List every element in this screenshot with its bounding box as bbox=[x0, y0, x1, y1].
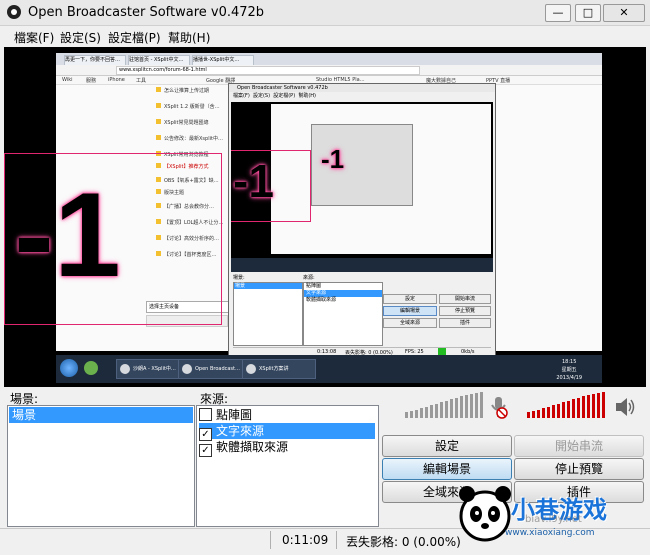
source-item[interactable]: ✓ 文字來源 bbox=[199, 423, 375, 441]
bookmark: 工具 bbox=[136, 78, 147, 84]
menu-profiles[interactable]: 設定檔(P) bbox=[108, 29, 161, 46]
scene-list[interactable]: 場景 bbox=[7, 405, 195, 527]
clock-time: 18:15 bbox=[561, 359, 577, 365]
nested-scene-item: 場景 bbox=[234, 283, 302, 289]
desktop-volume-bars bbox=[405, 392, 483, 418]
source-checkbox[interactable]: ✓ bbox=[199, 444, 212, 457]
watermark-shadow-text: biav.l9y.net bbox=[525, 514, 582, 525]
nested-menu: 檔案(F) 設定(S) 設定檔(P) 幫助(H) bbox=[229, 92, 495, 100]
browser-tabstrip: 再更一下，你要不回答… 驻馆首页 - XSplit中文… 播播世-XSplit中… bbox=[56, 53, 602, 67]
nested-title: Open Broadcaster Software v0.472b bbox=[229, 84, 495, 92]
source-item[interactable]: ✓ 軟體擷取來源 bbox=[199, 439, 375, 457]
scene-item[interactable]: 場景 bbox=[9, 407, 193, 423]
nested-btn: 插件 bbox=[439, 318, 491, 328]
forum-row: XSplit 1.2 版新發（含… bbox=[156, 103, 220, 113]
forum-row: XSplit常見問題匯總 bbox=[156, 119, 216, 129]
mic-volume-bars bbox=[527, 392, 605, 418]
nested-btn: 全域來源 bbox=[383, 318, 437, 328]
source-list[interactable]: 點陣圖 ✓ 文字來源 ✓ 軟體擷取來源 bbox=[196, 405, 379, 527]
nested-preview: -1 -1 bbox=[231, 102, 493, 272]
menu-file[interactable]: 檔案(F) bbox=[14, 29, 54, 46]
site-watermark: 小巷游戏 www.xiaoxiang.com biav.l9y.net bbox=[455, 470, 645, 550]
nested-text-overlay-large: -1 bbox=[233, 155, 274, 207]
settings-button[interactable]: 設定 bbox=[382, 435, 512, 457]
source-name: 點陣圖 bbox=[216, 408, 253, 422]
nested-obs-window: Open Broadcaster Software v0.472b 檔案(F) … bbox=[228, 83, 496, 360]
nested-menu-item: 幫助(H) bbox=[298, 93, 317, 99]
menu-help[interactable]: 幫助(H) bbox=[168, 29, 210, 46]
bookmark: 服務 bbox=[86, 78, 97, 84]
preview-text-overlay: -1 bbox=[14, 168, 121, 302]
speaker-svg bbox=[616, 398, 635, 416]
taskbar-clock: 18:15 星期五 2013/4/19 bbox=[556, 358, 582, 382]
nested-btn: 設定 bbox=[383, 294, 437, 304]
bookmark: Wiki bbox=[62, 77, 73, 83]
title-bar: Open Broadcaster Software v0.472b — □ ✕ bbox=[0, 0, 650, 26]
task-item: XSplit方案讲 bbox=[242, 359, 316, 379]
source-name: 軟體擷取來源 bbox=[216, 440, 289, 454]
nested-source-item: 點陣圖 bbox=[306, 283, 322, 289]
nested-source-label: 來源: bbox=[303, 275, 315, 281]
forum-row: 怎么让推算上传过期 bbox=[156, 87, 216, 97]
app-pinned-icon bbox=[84, 361, 98, 375]
menu-bar: 檔案(F) 設定(S) 設定檔(P) 幫助(H) bbox=[0, 26, 650, 46]
nested-menu-item: 設定檔(P) bbox=[273, 93, 296, 99]
nested-text-overlay: -1 bbox=[321, 144, 345, 174]
forum-row: 公告修改：最新Xsplit中… bbox=[156, 135, 223, 145]
browser-url: www.xsplitcn.com/forum-68-1.html bbox=[116, 66, 420, 75]
desktop-volume-meter[interactable] bbox=[405, 392, 487, 418]
maximize-button[interactable]: □ bbox=[575, 4, 601, 22]
minimize-button[interactable]: — bbox=[545, 4, 571, 22]
stream-time: 0:11:09 bbox=[282, 533, 329, 547]
browser-urlbar: www.xsplitcn.com/forum-68-1.html bbox=[56, 65, 602, 76]
nested-menu-item: 檔案(F) bbox=[233, 93, 250, 99]
nested-btn: 編輯場景 bbox=[383, 306, 437, 316]
dropped-frames: 丟失影格: 0 (0.00%) bbox=[346, 535, 461, 549]
source-item[interactable]: 點陣圖 bbox=[199, 407, 375, 423]
nested-controls: 場景: 來源: 場景 點陣圖 文字來源 軟體擷取來源 設定 開始串流 編輯場景 … bbox=[231, 274, 493, 357]
clock-date: 2013/4/19 bbox=[556, 375, 582, 381]
nested-scene-list: 場景 bbox=[233, 282, 303, 346]
mic-volume-meter[interactable] bbox=[527, 392, 609, 418]
clock-day: 星期五 bbox=[561, 367, 577, 373]
nested-source-item: 軟體擷取來源 bbox=[306, 297, 337, 303]
source-checkbox[interactable] bbox=[199, 408, 212, 421]
window-title: Open Broadcaster Software v0.472b bbox=[28, 5, 265, 20]
status-divider bbox=[336, 531, 337, 549]
nested-taskbar bbox=[231, 258, 493, 272]
nested-menu-item: 設定(S) bbox=[252, 93, 271, 99]
nested-btn: 開始串流 bbox=[439, 294, 491, 304]
microphone-muted-icon[interactable] bbox=[488, 395, 508, 419]
start-stream-button[interactable]: 開始串流 bbox=[514, 435, 644, 457]
status-divider bbox=[270, 531, 271, 549]
nested-scene-label: 場景: bbox=[233, 275, 245, 281]
close-button[interactable]: ✕ bbox=[603, 4, 645, 22]
bookmark: iPhone bbox=[108, 77, 125, 83]
preview-area: 再更一下，你要不回答… 驻馆首页 - XSplit中文… 播播世-XSplit中… bbox=[4, 47, 646, 387]
microphone-muted-svg bbox=[491, 397, 508, 419]
nested-source-list: 點陣圖 文字來源 軟體擷取來源 bbox=[303, 282, 383, 346]
nested-source-item: 文字來源 bbox=[304, 290, 382, 297]
obs-logo-icon bbox=[7, 5, 21, 19]
start-orb-icon bbox=[60, 359, 78, 377]
nested-status-indicator bbox=[438, 348, 446, 355]
menu-settings[interactable]: 設定(S) bbox=[60, 29, 101, 46]
speaker-icon[interactable] bbox=[614, 395, 635, 417]
captured-taskbar: 沙朗A - XSplit中… Open Broadcast… XSplit方案讲… bbox=[56, 355, 602, 383]
nested-btn: 停止預覽 bbox=[439, 306, 491, 316]
watermark-url: www.xiaoxiang.com bbox=[505, 528, 595, 538]
source-name: 文字來源 bbox=[216, 424, 265, 438]
